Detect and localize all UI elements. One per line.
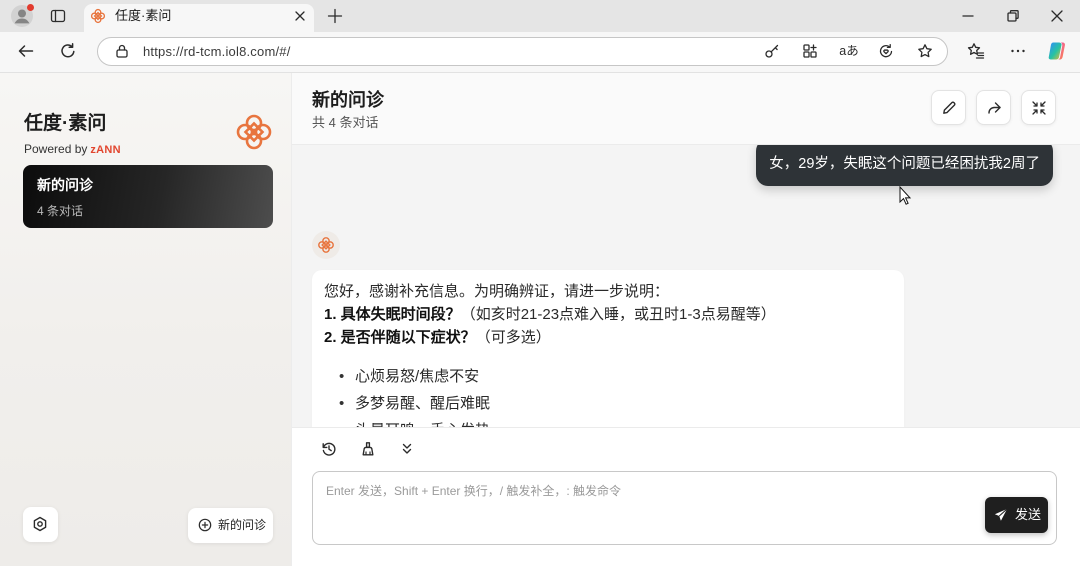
clear-button[interactable] bbox=[354, 436, 382, 462]
minimize-icon[interactable] bbox=[960, 8, 976, 24]
chevrons-down-icon bbox=[402, 443, 412, 454]
composer: 发送 bbox=[292, 427, 1080, 566]
restore-icon[interactable] bbox=[1005, 8, 1021, 24]
browser-tab-active[interactable]: 任度·素问 bbox=[84, 4, 314, 32]
powered-by-prefix: Powered by bbox=[24, 142, 88, 156]
collapse-icon bbox=[1032, 101, 1046, 115]
suwen-logo-icon bbox=[318, 237, 334, 253]
assistant-intro: 您好，感谢补充信息。为明确辨证，请进一步说明： bbox=[324, 283, 670, 300]
new-consult-button[interactable]: 新的问诊 bbox=[188, 508, 273, 543]
plus-circle-icon bbox=[198, 518, 212, 532]
browser-tab-strip: 任度·素问 bbox=[0, 0, 1080, 32]
user-message-bubble: 女，29岁，失眠这个问题已经困扰我2周了 bbox=[756, 145, 1053, 186]
question-2: 2. 是否伴随以下症状？（可多选） bbox=[324, 326, 892, 349]
clear-icon bbox=[362, 442, 374, 456]
conversation-count: 4 条对话 bbox=[37, 204, 84, 218]
edit-button[interactable] bbox=[931, 90, 966, 125]
notification-dot bbox=[27, 4, 34, 11]
address-bar[interactable]: https://rd-tcm.iol8.com/#/ aあ bbox=[97, 37, 948, 66]
key-icon[interactable] bbox=[764, 43, 780, 59]
send-label: 发送 bbox=[1015, 507, 1042, 522]
settings-button[interactable] bbox=[23, 507, 58, 542]
new-tab-plus-icon[interactable] bbox=[327, 8, 343, 24]
star-icon[interactable] bbox=[917, 43, 933, 59]
symptom-options-list: 心烦易怒/焦虑不安 多梦易醒、醒后难眠 头晕耳鸣、手心发热 bbox=[324, 363, 892, 427]
refresh-icon[interactable] bbox=[59, 42, 77, 60]
powered-by: Powered by zANN bbox=[24, 141, 121, 158]
window-close-icon[interactable] bbox=[1049, 8, 1065, 24]
page-title: 新的问诊 bbox=[312, 90, 384, 110]
copilot-icon[interactable] bbox=[1047, 41, 1067, 61]
conversation-count-subtitle: 共 4 条对话 bbox=[312, 115, 379, 130]
url-text[interactable]: https://rd-tcm.iol8.com/#/ bbox=[143, 38, 291, 65]
history-icon bbox=[322, 442, 336, 456]
edit-icon bbox=[943, 101, 956, 114]
main-panel: 新的问诊 共 4 条对话 女，29岁，失眠这个问题已经困扰我2周了 您好，感谢补… bbox=[292, 73, 1080, 566]
settings-icon bbox=[32, 516, 48, 532]
browser-essentials-icon[interactable] bbox=[878, 43, 894, 59]
new-consult-label: 新的问诊 bbox=[218, 518, 267, 532]
question-2-detail: （可多选） bbox=[475, 329, 551, 346]
assistant-message-card: 您好，感谢补充信息。为明确辨证，请进一步说明： 1. 具体失眠时间段？（如亥时2… bbox=[312, 270, 904, 427]
list-item: 头晕耳鸣、手心发热 bbox=[324, 417, 892, 427]
favicon-icon bbox=[90, 8, 106, 24]
back-icon[interactable] bbox=[17, 42, 35, 60]
site-info-icon[interactable] bbox=[114, 43, 130, 59]
powered-by-brand: zANN bbox=[90, 144, 121, 156]
share-button[interactable] bbox=[976, 90, 1011, 125]
chat-header: 新的问诊 共 4 条对话 bbox=[292, 73, 1080, 145]
tab-actions-icon[interactable] bbox=[50, 8, 66, 24]
sidebar: 任度·素问 Powered by zANN 新的问诊 4 条对话 新的问诊 bbox=[0, 73, 292, 566]
history-button[interactable] bbox=[315, 436, 343, 462]
browser-toolbar: https://rd-tcm.iol8.com/#/ aあ bbox=[0, 32, 1080, 73]
suwen-logo-icon bbox=[234, 112, 274, 152]
conversation-item-active[interactable]: 新的问诊 4 条对话 bbox=[23, 165, 273, 228]
mouse-pointer bbox=[899, 185, 912, 205]
assistant-avatar bbox=[312, 231, 340, 259]
brand-title: 任度·素问 bbox=[24, 113, 107, 134]
read-aloud-button[interactable]: aあ bbox=[837, 38, 861, 65]
scroll-to-bottom-button[interactable] bbox=[393, 436, 421, 462]
tab-title: 任度·素问 bbox=[115, 8, 172, 23]
list-item: 多梦易醒、醒后难眠 bbox=[324, 390, 892, 417]
more-icon[interactable] bbox=[1009, 42, 1027, 60]
tab-close-icon[interactable] bbox=[294, 10, 306, 22]
send-button[interactable]: 发送 bbox=[985, 497, 1048, 533]
share-icon bbox=[988, 102, 1001, 114]
apps-icon[interactable] bbox=[802, 43, 818, 59]
conversation-title: 新的问诊 bbox=[37, 177, 93, 193]
chat-scroll-area[interactable]: 女，29岁，失眠这个问题已经困扰我2周了 您好，感谢补充信息。为明确辨证，请进一… bbox=[292, 145, 1080, 427]
list-item: 心烦易怒/焦虑不安 bbox=[324, 363, 892, 390]
favorites-icon[interactable] bbox=[967, 42, 985, 60]
collapse-button[interactable] bbox=[1021, 90, 1056, 125]
question-2-label: 2. 是否伴随以下症状？ bbox=[324, 329, 476, 346]
question-1-detail: （如亥时21-23点难入睡，或丑时1-3点易醒等） bbox=[460, 306, 776, 323]
message-input[interactable] bbox=[312, 471, 1057, 545]
question-1: 1. 具体失眠时间段？（如亥时21-23点难入睡，或丑时1-3点易醒等） bbox=[324, 303, 892, 326]
question-1-label: 1. 具体失眠时间段？ bbox=[324, 306, 461, 323]
send-icon bbox=[994, 508, 1008, 522]
